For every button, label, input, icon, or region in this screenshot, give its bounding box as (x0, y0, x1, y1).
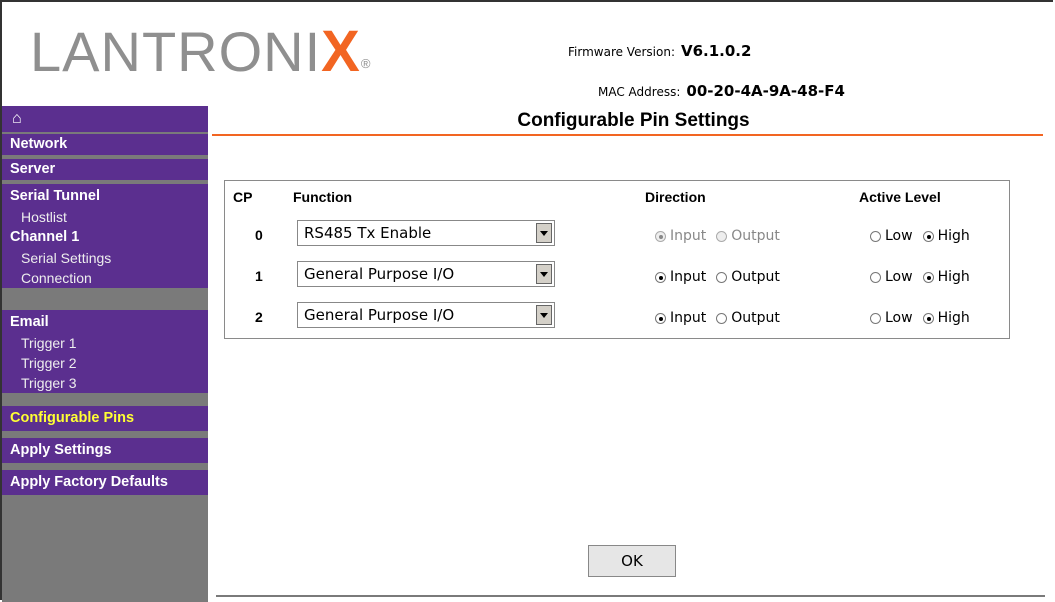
sidebar-item-server[interactable]: Server (2, 159, 208, 180)
sidebar-item-hostlist[interactable]: Hostlist (2, 207, 208, 227)
chevron-down-icon[interactable] (536, 223, 552, 243)
nav-group-network: Network (2, 134, 208, 155)
direction-input-radio[interactable] (655, 230, 666, 242)
direction-radio-group: Input Output (655, 228, 790, 244)
nav-group-apply: Apply Settings (2, 438, 208, 463)
active-level-low-radio[interactable] (870, 230, 881, 242)
function-select[interactable]: General Purpose I/O (297, 302, 555, 328)
sidebar-item-trigger-2[interactable]: Trigger 2 (2, 353, 208, 373)
ok-button[interactable]: OK (588, 545, 676, 577)
title-divider (212, 134, 1043, 136)
nav-group-email: Email Trigger 1 Trigger 2 Trigger 3 (2, 310, 208, 393)
direction-input-radio[interactable] (655, 271, 666, 283)
cp-number: 0 (255, 227, 263, 243)
column-header-cp: CP (233, 189, 253, 205)
direction-input-radio[interactable] (655, 312, 666, 324)
active-level-low-radio[interactable] (870, 312, 881, 324)
bottom-divider (216, 595, 1045, 597)
pin-settings-table: CP Function Direction Active Level 0 RS4… (224, 180, 1010, 339)
nav-group-server: Server (2, 159, 208, 180)
nav-group-serial: Serial Tunnel Hostlist Channel 1 Serial … (2, 184, 208, 288)
sidebar-item-apply-factory-defaults[interactable]: Apply Factory Defaults (2, 472, 208, 493)
sidebar-item-channel-1[interactable]: Channel 1 (2, 227, 208, 248)
mac-address: MAC Address: 00-20-4A-9A-48-F4 (598, 82, 845, 100)
active-level-low-radio[interactable] (870, 271, 881, 283)
sidebar-item-trigger-1[interactable]: Trigger 1 (2, 333, 208, 353)
column-header-active-level: Active Level (859, 189, 941, 205)
cp-number: 1 (255, 268, 263, 284)
lantronix-logo: LANTRONIX® (30, 19, 372, 84)
active-level-radio-group: Low High (870, 269, 980, 285)
sidebar: ⌂ Network Server Serial Tunnel Hostlist … (2, 106, 208, 602)
nav-group-pins: Configurable Pins (2, 406, 208, 431)
column-header-function: Function (293, 189, 353, 205)
sidebar-item-serial-tunnel[interactable]: Serial Tunnel (2, 186, 208, 207)
sidebar-item-connection[interactable]: Connection (2, 268, 208, 288)
active-level-high-radio[interactable] (922, 230, 934, 242)
function-select[interactable]: General Purpose I/O (297, 261, 555, 287)
cp-number: 2 (255, 309, 263, 325)
active-level-high-radio[interactable] (922, 312, 934, 324)
sidebar-item-apply-settings[interactable]: Apply Settings (2, 440, 208, 461)
nav-group-defaults: Apply Factory Defaults (2, 470, 208, 495)
direction-output-radio[interactable] (716, 312, 728, 324)
firmware-version: Firmware Version: V6.1.0.2 (568, 42, 752, 60)
home-icon[interactable]: ⌂ (2, 106, 208, 132)
sidebar-item-configurable-pins[interactable]: Configurable Pins (2, 408, 208, 429)
page-title: Configurable Pin Settings (517, 110, 750, 131)
direction-output-radio[interactable] (716, 271, 728, 283)
column-header-direction: Direction (645, 189, 706, 205)
active-level-radio-group: Low High (870, 310, 980, 326)
direction-radio-group: Input Output (655, 310, 790, 326)
direction-radio-group: Input Output (655, 269, 790, 285)
direction-output-radio[interactable] (716, 230, 728, 242)
sidebar-item-network[interactable]: Network (2, 134, 208, 155)
header: LANTRONIX® Firmware Version: V6.1.0.2 MAC… (2, 2, 1055, 104)
chevron-down-icon[interactable] (536, 264, 552, 284)
sidebar-item-trigger-3[interactable]: Trigger 3 (2, 373, 208, 393)
active-level-radio-group: Low High (870, 228, 980, 244)
active-level-high-radio[interactable] (922, 271, 934, 283)
chevron-down-icon[interactable] (536, 305, 552, 325)
sidebar-item-serial-settings[interactable]: Serial Settings (2, 248, 208, 268)
function-select[interactable]: RS485 Tx Enable (297, 220, 555, 246)
sidebar-item-email[interactable]: Email (2, 312, 208, 333)
